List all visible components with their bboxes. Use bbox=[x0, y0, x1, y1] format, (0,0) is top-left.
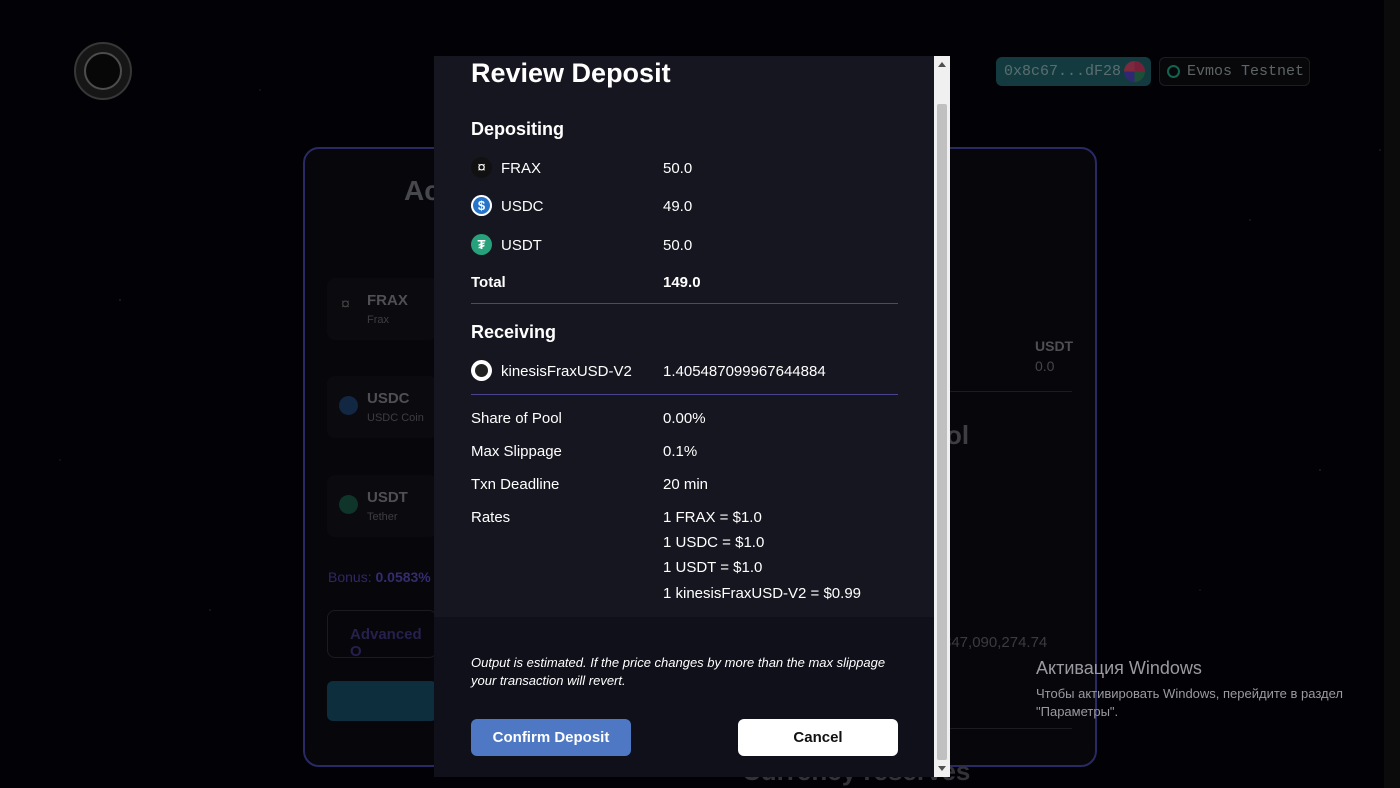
divider bbox=[471, 303, 898, 304]
deposit-row-usdt: ₮ USDT 50.0 bbox=[471, 234, 901, 258]
page-scrollbar[interactable] bbox=[1384, 0, 1400, 788]
max-slippage-value: 0.1% bbox=[663, 443, 698, 460]
rates-label: Rates bbox=[471, 509, 511, 526]
token-amount: 50.0 bbox=[663, 160, 693, 177]
lp-token-symbol: kinesisFraxUSD-V2 bbox=[501, 363, 632, 380]
deposit-row-frax: ¤ FRAX 50.0 bbox=[471, 157, 901, 181]
rate-line: 1 USDT = $1.0 bbox=[663, 559, 763, 576]
depositing-title: Depositing bbox=[471, 119, 564, 139]
windows-activation-watermark: Активация Windows Чтобы активировать Win… bbox=[1036, 658, 1343, 721]
scroll-down-arrow-icon[interactable] bbox=[938, 766, 946, 771]
token-amount: 50.0 bbox=[663, 237, 693, 254]
review-deposit-modal: Review Deposit Depositing ¤ FRAX 50.0 $ … bbox=[434, 56, 934, 777]
activation-title: Активация Windows bbox=[1036, 658, 1202, 678]
activation-subtitle-line-2: "Параметры". bbox=[1036, 704, 1119, 719]
receiving-title: Receiving bbox=[471, 322, 557, 342]
token-amount: 49.0 bbox=[663, 198, 693, 215]
kinesis-lp-token-icon bbox=[471, 360, 492, 381]
max-slippage-row: Max Slippage 0.1% bbox=[471, 440, 901, 464]
total-value: 149.0 bbox=[663, 274, 701, 291]
cancel-button[interactable]: Cancel bbox=[738, 719, 898, 756]
receiving-row: kinesisFraxUSD-V2 1.405487099967644884 bbox=[471, 360, 901, 384]
activation-subtitle: Чтобы активировать Windows, перейдите в … bbox=[1036, 685, 1343, 721]
max-slippage-label: Max Slippage bbox=[471, 443, 562, 460]
rate-line: 1 kinesisFraxUSD-V2 = $0.99 bbox=[663, 585, 862, 602]
scroll-up-arrow-icon[interactable] bbox=[938, 62, 946, 67]
activation-subtitle-line-1: Чтобы активировать Windows, перейдите в … bbox=[1036, 686, 1343, 701]
share-of-pool-label: Share of Pool bbox=[471, 410, 562, 427]
token-symbol: FRAX bbox=[501, 160, 542, 177]
usdc-icon: $ bbox=[471, 195, 492, 216]
rate-line: 1 USDC = $1.0 bbox=[663, 534, 765, 551]
token-symbol: USDC bbox=[501, 198, 544, 215]
modal-title: Review Deposit bbox=[471, 58, 671, 88]
total-label: Total bbox=[471, 274, 506, 291]
divider bbox=[471, 394, 898, 395]
frax-icon: ¤ bbox=[471, 157, 492, 178]
deposit-row-usdc: $ USDC 49.0 bbox=[471, 195, 901, 219]
token-symbol: USDT bbox=[501, 237, 542, 254]
lp-token-amount: 1.405487099967644884 bbox=[663, 363, 826, 380]
share-of-pool-value: 0.00% bbox=[663, 410, 706, 427]
txn-deadline-label: Txn Deadline bbox=[471, 476, 560, 493]
scrollbar-thumb[interactable] bbox=[937, 104, 947, 760]
txn-deadline-row: Txn Deadline 20 min bbox=[471, 473, 901, 497]
rate-line: 1 FRAX = $1.0 bbox=[663, 509, 762, 526]
total-row: Total 149.0 bbox=[471, 271, 901, 295]
modal-scrollbar[interactable] bbox=[934, 56, 950, 777]
share-of-pool-row: Share of Pool 0.00% bbox=[471, 407, 901, 431]
txn-deadline-value: 20 min bbox=[663, 476, 709, 493]
confirm-deposit-button[interactable]: Confirm Deposit bbox=[471, 719, 631, 756]
estimate-note: Output is estimated. If the price change… bbox=[471, 655, 886, 688]
usdt-icon: ₮ bbox=[471, 234, 492, 255]
